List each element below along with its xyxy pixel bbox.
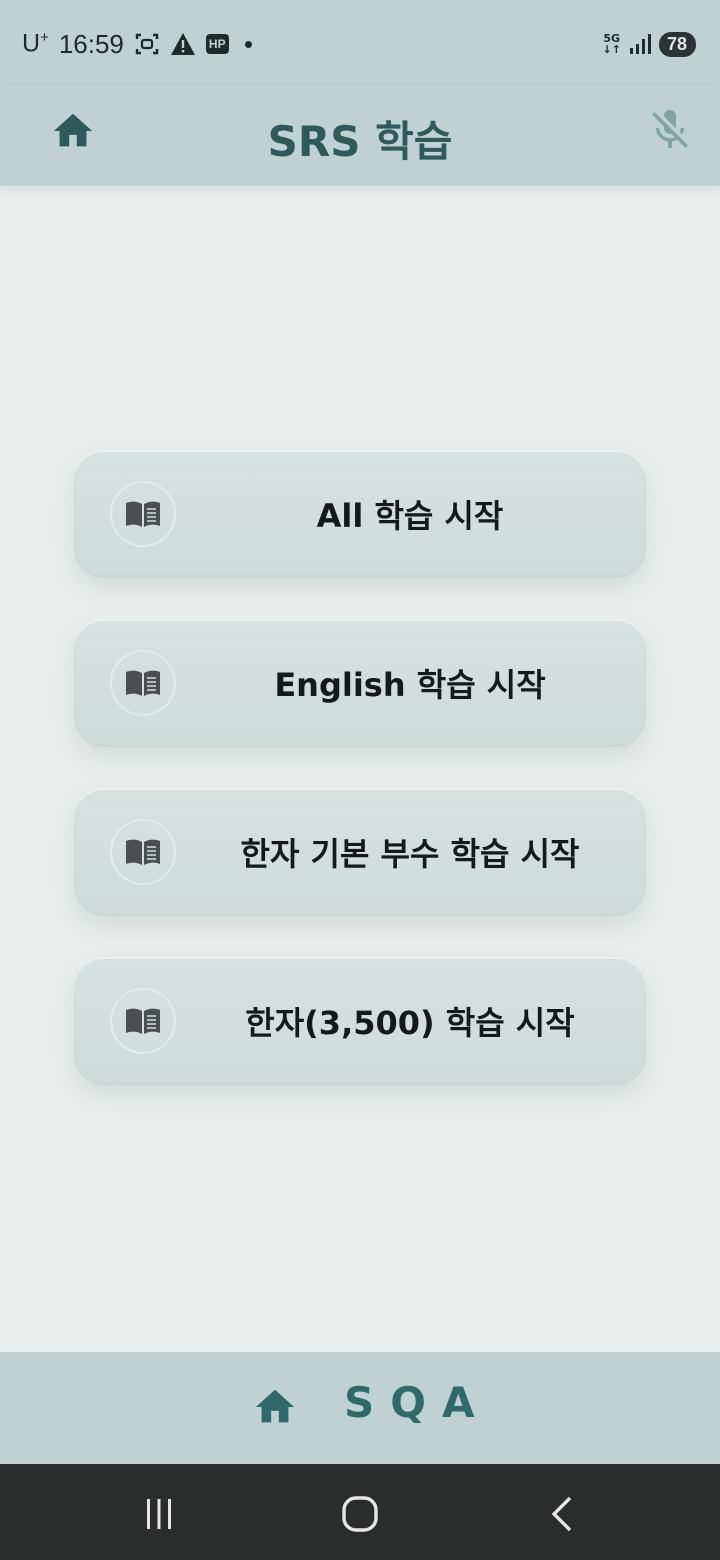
book-icon-badge [110,819,176,885]
home-circle-icon [342,1496,378,1532]
back-chevron-icon [551,1496,572,1532]
page-title: SRS 학습 [267,117,453,166]
start-hanja-3500-study-button[interactable]: 한자(3,500) 학습 시작 [74,957,646,1085]
status-bar: U+ 16:59 HP 5G ↓↑ 78 [0,0,720,86]
start-hanja-radicals-study-label: 한자 기본 부수 학습 시작 [240,835,580,873]
start-all-study-button[interactable]: All 학습 시작 [74,450,646,578]
study-menu: All 학습 시작 English 학습 시작 한자 기본 부수 학습 시작 한… [74,450,646,1126]
home-icon [255,1389,295,1423]
start-hanja-radicals-study-button[interactable]: 한자 기본 부수 학습 시작 [74,788,646,916]
app-header: SRS 학습 [0,86,720,186]
recent-apps-icon [147,1499,171,1529]
status-right: 5G ↓↑ 78 [603,30,696,58]
book-icon-badge [110,481,176,547]
recent-apps-button[interactable] [137,1492,181,1536]
book-icon [126,1008,160,1034]
carrier-label: U+ [22,29,49,58]
notification-dot-icon [244,40,252,48]
mic-toggle-button[interactable] [646,106,694,154]
battery-indicator: 78 [658,31,696,57]
start-hanja-3500-study-label: 한자(3,500) 학습 시작 [245,1004,575,1042]
back-button[interactable] [540,1492,584,1536]
book-icon-badge [110,650,176,716]
warning-icon [170,32,196,56]
network-indicator: 5G ↓↑ [602,32,621,56]
clock: 16:59 [58,28,124,59]
status-left: U+ 16:59 HP [22,27,252,61]
book-icon [126,839,160,865]
book-icon [126,670,160,696]
screenshot-icon [134,31,160,57]
system-home-button[interactable] [338,1492,382,1536]
hp-badge: HP [205,34,229,54]
brand-logo-text[interactable]: SQA [344,1378,490,1427]
bottom-home-button[interactable] [252,1384,298,1430]
bottom-bar: SQA [0,1352,720,1464]
book-icon-badge [110,988,176,1054]
data-arrows-icon: ↓↑ [602,43,621,56]
start-english-study-button[interactable]: English 학습 시작 [74,619,646,747]
system-nav-bar [0,1464,720,1560]
book-icon [126,501,160,527]
mic-off-icon [652,110,688,148]
signal-icon [629,33,651,55]
start-english-study-label: English 학습 시작 [274,666,546,704]
start-all-study-label: All 학습 시작 [316,497,504,535]
